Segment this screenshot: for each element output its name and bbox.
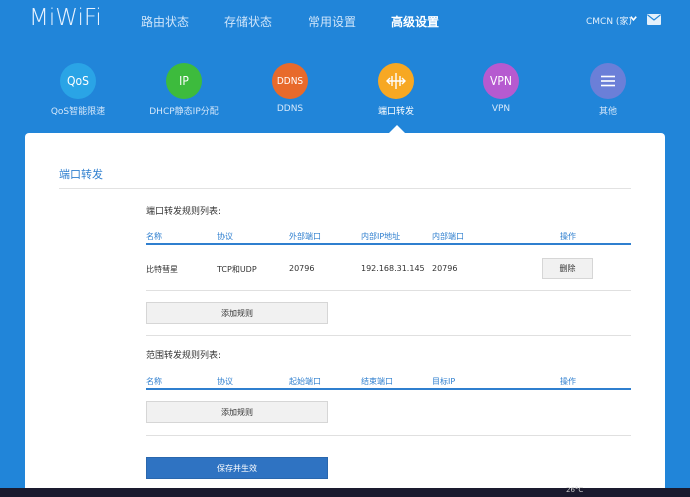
chevron-down-icon[interactable] bbox=[629, 14, 638, 23]
th-range-protocol: 协议 bbox=[217, 377, 233, 386]
nav-router-status[interactable]: 路由状态 bbox=[141, 13, 189, 30]
vpn-icon: VPN bbox=[483, 63, 519, 99]
range-rules-title: 范围转发规则列表: bbox=[146, 351, 222, 361]
port-forward-icon bbox=[378, 63, 414, 99]
port-forward-panel: 端口转发 端口转发规则列表: 名称 协议 外部端口 内部IP地址 内部端口 操作… bbox=[25, 133, 665, 497]
row-divider bbox=[146, 290, 631, 291]
th-range-name: 名称 bbox=[146, 377, 162, 386]
ddns-icon: DDNS bbox=[272, 63, 308, 99]
tool-ddns-label: DDNS bbox=[276, 104, 304, 114]
nav-common-settings[interactable]: 常用设置 bbox=[308, 13, 356, 30]
th-target-ip: 目标IP bbox=[432, 377, 456, 386]
nav-advanced-settings[interactable]: 高级设置 bbox=[391, 13, 439, 30]
divider bbox=[59, 188, 631, 189]
header-underline bbox=[146, 243, 631, 245]
qos-icon: QoS bbox=[60, 63, 96, 99]
cell-name: 比特彗星 bbox=[146, 265, 178, 274]
th-start-port: 起始端口 bbox=[289, 377, 321, 386]
th-protocol: 协议 bbox=[217, 232, 233, 241]
miwifi-logo: MiWiFi bbox=[29, 5, 102, 31]
tool-dhcp[interactable]: IP DHCP静态IP分配 bbox=[134, 63, 234, 117]
taskbar: 26°C bbox=[0, 486, 690, 497]
nav-storage-status[interactable]: 存储状态 bbox=[224, 13, 272, 30]
range-header-underline bbox=[146, 388, 631, 390]
delete-button[interactable]: 删除 bbox=[542, 258, 593, 279]
section-divider bbox=[146, 335, 631, 336]
cell-protocol: TCP和UDP bbox=[217, 265, 257, 274]
th-name: 名称 bbox=[146, 232, 162, 241]
th-end-port: 结束端口 bbox=[361, 377, 393, 386]
mail-icon[interactable] bbox=[647, 14, 661, 25]
cell-ext-port: 20796 bbox=[289, 264, 315, 273]
tool-ddns[interactable]: DDNS DDNS bbox=[240, 63, 340, 114]
port-rules-title: 端口转发规则列表: bbox=[146, 207, 222, 217]
add-port-rule-button[interactable]: 添加规则 bbox=[146, 302, 328, 324]
panel-title: 端口转发 bbox=[59, 168, 103, 181]
th-internal-ip: 内部IP地址 bbox=[361, 232, 401, 241]
cell-int-port: 20796 bbox=[432, 264, 458, 273]
th-int-port: 内部端口 bbox=[432, 232, 464, 241]
temperature-text: 26°C bbox=[566, 486, 584, 494]
cell-ip: 192.168.31.145 bbox=[361, 264, 425, 273]
tool-vpn[interactable]: VPN VPN bbox=[451, 63, 551, 114]
user-menu[interactable]: CMCN (家) bbox=[586, 14, 632, 27]
tool-dhcp-label: DHCP静态IP分配 bbox=[149, 107, 219, 117]
tool-qos-label: QoS智能限速 bbox=[50, 107, 106, 117]
ip-icon: IP bbox=[166, 63, 202, 99]
tool-other-label: 其他 bbox=[598, 107, 617, 117]
th-action: 操作 bbox=[560, 232, 576, 241]
th-ext-port: 外部端口 bbox=[289, 232, 321, 241]
menu-icon bbox=[590, 63, 626, 99]
tool-vpn-label: VPN bbox=[491, 104, 511, 114]
tool-port-forward-label: 端口转发 bbox=[377, 107, 414, 117]
tool-other[interactable]: 其他 bbox=[558, 63, 658, 117]
tool-qos[interactable]: QoS QoS智能限速 bbox=[28, 63, 128, 117]
add-range-rule-button[interactable]: 添加规则 bbox=[146, 401, 328, 423]
range-divider bbox=[146, 435, 631, 436]
tool-port-forward[interactable]: 端口转发 bbox=[346, 63, 446, 117]
save-apply-button[interactable]: 保存并生效 bbox=[146, 457, 328, 479]
th-range-action: 操作 bbox=[560, 377, 576, 386]
active-tab-pointer bbox=[389, 125, 405, 133]
